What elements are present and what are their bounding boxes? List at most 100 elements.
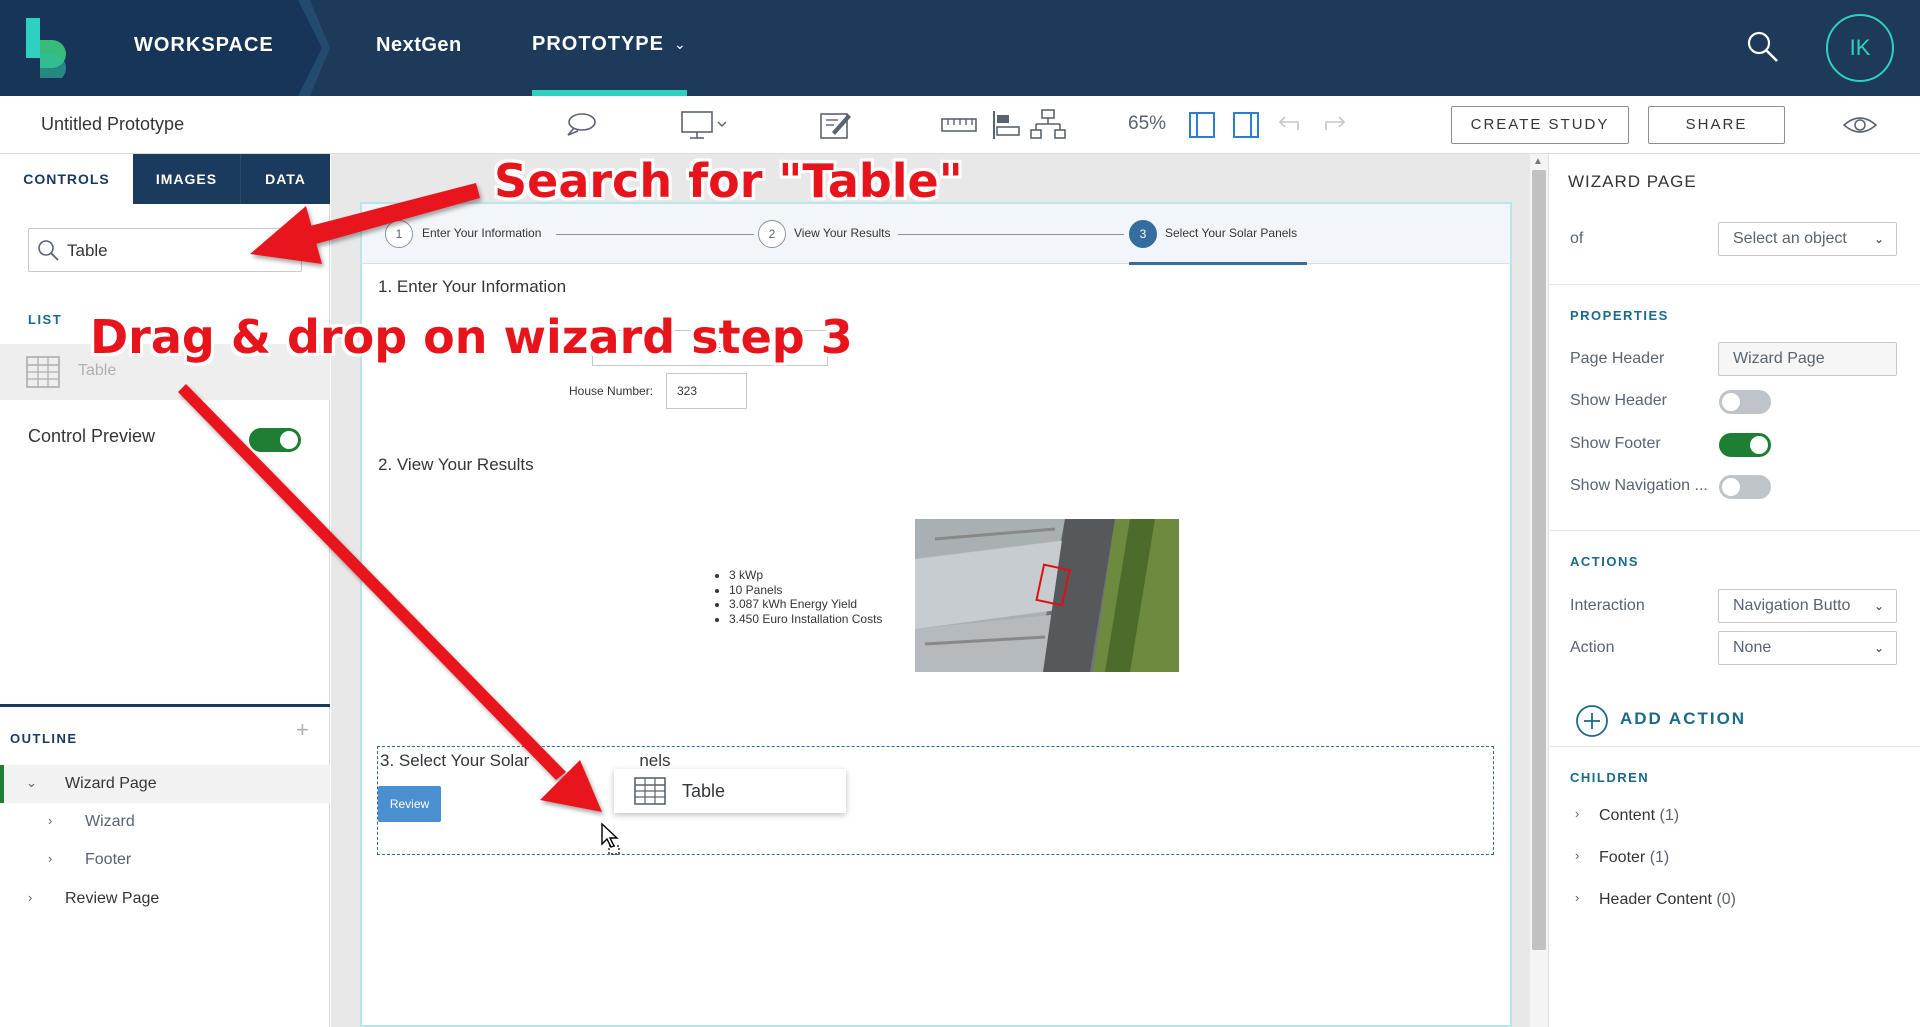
app-logo-icon[interactable] (24, 18, 70, 78)
chevron-right-icon[interactable]: › (48, 813, 52, 828)
aerial-roof-image[interactable] (915, 519, 1179, 672)
child-item-content[interactable]: Content (1) (1599, 807, 1679, 825)
outline-item-footer[interactable]: › Footer (0, 841, 330, 879)
child-item-footer[interactable]: Footer (1) (1599, 849, 1669, 867)
top-navigation-bar: WORKSPACE NextGen PROTOTYPE ⌄ IK (0, 0, 1920, 96)
preview-eye-icon[interactable] (1842, 108, 1878, 142)
child-item-header-content[interactable]: Header Content (0) (1599, 891, 1736, 909)
editor-toolbar: Untitled Prototype 65% CREATE STUDY SHAR… (0, 96, 1920, 154)
wizard-step-2-number[interactable]: 2 (758, 220, 786, 248)
wizard-step-2-label[interactable]: View Your Results (794, 226, 891, 240)
outline-item-label: Wizard (85, 813, 135, 830)
prototype-menu[interactable]: PROTOTYPE (532, 33, 664, 56)
section-2-title: 2. View Your Results (378, 455, 534, 474)
wizard-step-connector (556, 234, 754, 235)
search-input-value: Table (67, 241, 108, 260)
add-outline-icon[interactable]: + (296, 717, 309, 743)
result-item: 3.087 kWh Energy Yield (729, 597, 882, 612)
list-item-label: Table (78, 362, 117, 379)
wizard-step-3-number[interactable]: 3 (1129, 220, 1157, 248)
show-footer-label: Show Footer (1570, 435, 1661, 452)
house-number-label: House Number: (569, 384, 654, 398)
section-3-title: 3. Select Your Solar nels (380, 751, 671, 770)
divider (1548, 284, 1920, 285)
house-number-input[interactable]: 323 (666, 373, 747, 409)
chevron-right-icon[interactable]: › (1575, 848, 1579, 863)
outline-item-wizard-page[interactable]: ⌄ Wizard Page (0, 765, 330, 803)
create-study-button[interactable]: CREATE STUDY (1451, 106, 1629, 144)
actions-section-label: ACTIONS (1570, 554, 1639, 569)
chevron-down-icon[interactable]: ⌄ (26, 775, 37, 791)
tab-images[interactable]: IMAGES (133, 154, 240, 204)
chevron-down-icon: ⌄ (1873, 232, 1884, 246)
add-action-button[interactable]: ADD ACTION (1620, 709, 1746, 729)
children-section-label: CHILDREN (1570, 770, 1650, 785)
outline-item-label: Wizard Page (65, 775, 157, 792)
of-label: of (1570, 230, 1584, 247)
chevron-down-icon: ⌄ (1873, 641, 1884, 655)
active-step-indicator (1129, 262, 1307, 265)
show-footer-toggle[interactable] (1719, 433, 1771, 457)
tab-data[interactable]: DATA (240, 154, 330, 204)
dragged-table-control[interactable]: Table (614, 769, 846, 813)
properties-panel-title: WIZARD PAGE (1568, 172, 1697, 191)
object-select[interactable]: Select an object ⌄ (1718, 222, 1897, 256)
page-header-label: Page Header (1570, 350, 1665, 367)
chevron-right-icon[interactable]: › (1575, 806, 1579, 821)
wizard-step-1-number[interactable]: 1 (385, 220, 413, 248)
control-preview-label: Control Preview (28, 426, 156, 446)
interaction-select[interactable]: Navigation Butto ⌄ (1718, 589, 1897, 623)
result-item: 3 kWp (729, 568, 882, 583)
outline-item-label: Footer (85, 851, 132, 868)
interaction-label: Interaction (1570, 597, 1645, 614)
chevron-down-icon[interactable]: ⌄ (674, 36, 686, 53)
project-nextgen-link[interactable]: NextGen (376, 34, 462, 57)
control-preview-toggle[interactable] (249, 428, 301, 452)
review-button[interactable]: Review (378, 786, 441, 822)
outline-item-review-page[interactable]: › Review Page (0, 880, 330, 918)
left-panel-toggle-icon[interactable] (1184, 108, 1220, 142)
properties-section-label: PROPERTIES (1570, 308, 1669, 323)
result-item: 3.450 Euro Installation Costs (729, 612, 882, 627)
workspace-link[interactable]: WORKSPACE (134, 34, 274, 57)
ruler-icon[interactable] (940, 108, 978, 142)
divider (1548, 746, 1920, 747)
page-header-input[interactable]: Wizard Page (1718, 342, 1897, 376)
wizard-step-1-label[interactable]: Enter Your Information (422, 226, 541, 240)
divider (1548, 530, 1920, 531)
sketch-edit-icon[interactable] (818, 108, 854, 142)
chevron-right-icon[interactable]: › (1575, 890, 1579, 905)
chevron-right-icon[interactable]: › (28, 890, 32, 905)
drag-cursor-icon (601, 822, 620, 855)
sitemap-icon[interactable] (1030, 108, 1066, 142)
align-left-icon[interactable] (990, 108, 1026, 142)
outline-section-label: OUTLINE (10, 731, 78, 746)
controls-search-input[interactable]: Table (28, 228, 302, 272)
undo-icon[interactable] (1272, 108, 1308, 142)
redo-icon[interactable] (1316, 108, 1352, 142)
search-icon[interactable] (1746, 30, 1780, 64)
document-title[interactable]: Untitled Prototype (41, 114, 184, 135)
action-select[interactable]: None ⌄ (1718, 631, 1897, 665)
show-header-toggle[interactable] (1719, 390, 1771, 414)
chevron-right-icon[interactable]: › (48, 851, 52, 866)
comments-icon[interactable] (562, 108, 598, 142)
tab-controls[interactable]: CONTROLS (0, 154, 133, 204)
zoom-level[interactable]: 65% (1128, 113, 1166, 135)
table-icon (634, 777, 666, 805)
canvas-scroll-thumb[interactable] (1532, 170, 1546, 950)
list-section-label: LIST (28, 312, 63, 327)
action-label: Action (1570, 639, 1615, 656)
table-icon (26, 356, 60, 388)
outline-item-wizard[interactable]: › Wizard (0, 803, 330, 841)
user-avatar[interactable]: IK (1826, 14, 1894, 82)
share-button[interactable]: SHARE (1648, 106, 1785, 144)
show-navigation-label: Show Navigation ... (1570, 477, 1708, 494)
show-navigation-toggle[interactable] (1719, 475, 1771, 499)
add-circle-icon[interactable] (1575, 704, 1609, 738)
device-desktop-icon[interactable] (680, 108, 728, 142)
scroll-up-icon[interactable]: ▲ (1533, 156, 1543, 167)
right-panel-toggle-icon[interactable] (1228, 108, 1264, 142)
chevron-down-icon: ⌄ (1873, 599, 1884, 613)
wizard-step-3-label[interactable]: Select Your Solar Panels (1165, 226, 1297, 240)
